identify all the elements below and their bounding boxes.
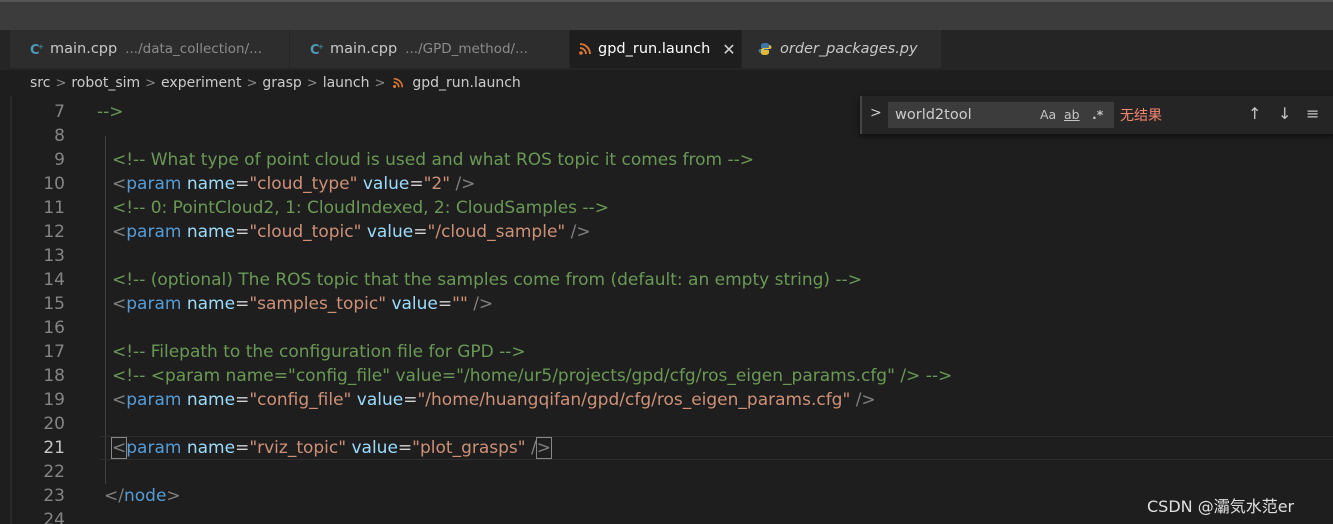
chevron-right-icon: > xyxy=(374,75,386,91)
line-number: 22 xyxy=(43,462,65,482)
code-line: 23 </node> xyxy=(0,484,1333,508)
line-content: --> xyxy=(97,102,124,122)
svg-text:+: + xyxy=(38,43,44,51)
breadcrumb-item[interactable]: launch xyxy=(323,75,370,91)
line-content: <!-- What type of point cloud is used an… xyxy=(112,150,755,170)
line-number: 19 xyxy=(43,390,65,410)
chevron-right-icon: > xyxy=(145,75,157,91)
python-icon xyxy=(758,43,772,55)
breadcrumb-item[interactable]: grasp xyxy=(262,75,301,91)
line-content: <param name="samples_topic" value="" /> xyxy=(112,294,494,314)
tab-label: order_packages.py xyxy=(780,41,918,57)
cpp-icon: C+ xyxy=(310,43,324,56)
line-number: 13 xyxy=(43,246,65,266)
code-editor[interactable]: 7 --> 8 9 <!-- What type of point cloud … xyxy=(0,96,1333,524)
tab-label: main.cpp xyxy=(50,41,118,57)
line-number: 17 xyxy=(43,342,65,362)
breadcrumb-item[interactable]: gpd_run.launch xyxy=(412,75,520,91)
title-bar-edge xyxy=(0,0,1333,2)
tab-label: main.cpp xyxy=(330,41,398,57)
line-content: <!-- Filepath to the configuration file … xyxy=(112,342,526,362)
code-line: 19 <param name="config_file" value="/hom… xyxy=(0,388,1333,412)
watermark: CSDN @灞気水范er xyxy=(1147,497,1295,516)
chevron-right-icon: > xyxy=(306,75,318,91)
cpp-icon: C+ xyxy=(30,43,44,56)
tab-main-cpp-data-collection[interactable]: C + main.cpp .../data_collection/... xyxy=(10,30,290,68)
line-number: 15 xyxy=(43,294,65,314)
tab-gpd-run-launch[interactable]: gpd_run.launch ✕ xyxy=(570,30,742,68)
breadcrumb-item[interactable]: robot_sim xyxy=(71,75,140,91)
code-line: 16 xyxy=(0,316,1333,340)
tab-order-packages-py[interactable]: order_packages.py xyxy=(742,30,942,68)
line-content: </node> xyxy=(104,486,181,506)
code-line: 20 xyxy=(0,412,1333,436)
code-line: 18 <!-- <param name="config_file" value=… xyxy=(0,364,1333,388)
find-widget: > world2tool Aa ab .* 无结果 ↑ ↓ ≡ xyxy=(860,96,1333,134)
find-input[interactable]: world2tool xyxy=(888,102,1114,128)
line-number: 21 xyxy=(43,438,65,458)
line-number: 18 xyxy=(43,366,65,386)
line-number: 16 xyxy=(43,318,65,338)
chevron-right-icon[interactable]: > xyxy=(870,105,882,121)
code-line: 17 <!-- Filepath to the configuration fi… xyxy=(0,340,1333,364)
chevron-right-icon: > xyxy=(246,75,258,91)
tab-main-cpp-gpd-method[interactable]: C + main.cpp .../GPD_method/... xyxy=(290,30,570,68)
line-content: <param name="cloud_type" value="2" /> xyxy=(112,174,476,194)
tab-label: gpd_run.launch xyxy=(598,41,711,57)
svg-text:+: + xyxy=(318,43,324,51)
line-number: 8 xyxy=(54,126,65,146)
line-content: <!-- (optional) The ROS topic that the s… xyxy=(112,270,862,290)
close-icon[interactable]: ✕ xyxy=(722,40,735,59)
code-line: 10 <param name="cloud_type" value="2" /> xyxy=(0,172,1333,196)
whole-word-toggle[interactable]: ab xyxy=(1064,107,1080,122)
line-content: <!-- <param name="config_file" value="/h… xyxy=(112,366,953,386)
line-number: 7 xyxy=(54,102,65,122)
rss-icon xyxy=(393,77,404,88)
line-number: 10 xyxy=(43,174,65,194)
code-line: 24 xyxy=(0,508,1333,524)
code-line-current: 21 <param name="rviz_topic" value="plot_… xyxy=(0,436,1333,460)
breadcrumb: src > robot_sim > experiment > grasp > launc… xyxy=(0,70,1333,96)
line-number: 23 xyxy=(43,486,65,506)
line-content: <param name="rviz_topic" value="plot_gra… xyxy=(110,437,553,459)
line-number: 12 xyxy=(43,222,65,242)
regex-toggle[interactable]: .* xyxy=(1092,107,1103,122)
code-line: 13 xyxy=(0,244,1333,268)
menu-icon[interactable]: ≡ xyxy=(1306,104,1319,123)
code-line: 14 <!-- (optional) The ROS topic that th… xyxy=(0,268,1333,292)
code-line: 22 xyxy=(0,460,1333,484)
title-bar xyxy=(0,0,1333,30)
tab-description: .../GPD_method/... xyxy=(405,41,528,57)
code-line: 12 <param name="cloud_topic" value="/clo… xyxy=(0,220,1333,244)
tab-bar: C + main.cpp .../data_collection/... C + m… xyxy=(0,30,1333,70)
line-number: 20 xyxy=(43,414,65,434)
tab-description: .../data_collection/... xyxy=(125,41,262,57)
breadcrumb-item[interactable]: experiment xyxy=(161,75,241,91)
match-case-toggle[interactable]: Aa xyxy=(1040,107,1056,122)
code-line: 15 <param name="samples_topic" value="" … xyxy=(0,292,1333,316)
line-number: 14 xyxy=(43,270,65,290)
line-number: 24 xyxy=(43,510,65,524)
line-content: <param name="config_file" value="/home/h… xyxy=(112,390,876,410)
line-number: 11 xyxy=(43,198,65,218)
code-line: 11 <!-- 0: PointCloud2, 1: CloudIndexed,… xyxy=(0,196,1333,220)
chevron-right-icon: > xyxy=(55,75,67,91)
code-line: 9 <!-- What type of point cloud is used … xyxy=(0,148,1333,172)
line-content: <param name="cloud_topic" value="/cloud_… xyxy=(112,222,591,242)
line-content: <!-- 0: PointCloud2, 1: CloudIndexed, 2:… xyxy=(112,198,609,218)
breadcrumb-item[interactable]: src xyxy=(30,75,50,91)
arrow-up-icon[interactable]: ↑ xyxy=(1248,104,1261,123)
find-result-status: 无结果 xyxy=(1120,108,1162,124)
line-number: 9 xyxy=(54,150,65,170)
arrow-down-icon[interactable]: ↓ xyxy=(1278,104,1291,123)
rss-icon xyxy=(579,43,591,55)
